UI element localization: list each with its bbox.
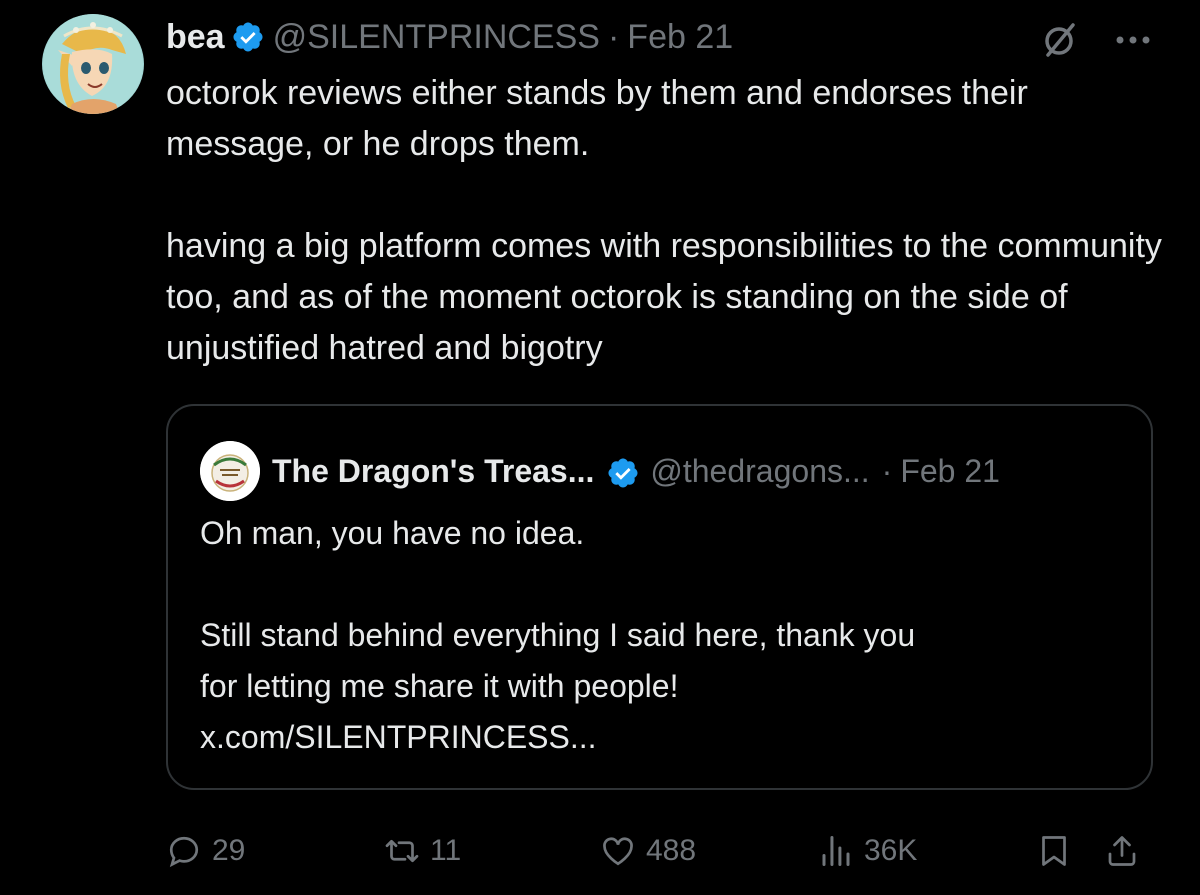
more-icon[interactable]	[1110, 20, 1156, 60]
quoted-author-avatar[interactable]	[200, 441, 260, 501]
quoted-link[interactable]: x.com/SILENTPRINCESS...	[200, 712, 1130, 763]
like-icon	[603, 837, 633, 866]
reply-button[interactable]: 29	[166, 828, 245, 874]
repost-icon	[385, 839, 419, 863]
quoted-tweet-text: Oh man, you have no idea. Still stand be…	[200, 508, 1130, 763]
bookmark-button[interactable]	[1036, 828, 1072, 874]
repost-count: 11	[430, 834, 462, 867]
reply-count: 29	[212, 834, 246, 867]
reply-icon	[169, 836, 199, 868]
author-avatar[interactable]	[42, 14, 144, 114]
quoted-tweet-date[interactable]: Feb 21	[900, 446, 1000, 496]
tweet[interactable]: bea @SILENTPRINCESS · Feb 21 octorok rev…	[0, 0, 1200, 895]
quoted-tweet[interactable]: The Dragon's Treas... @thedragons... · F…	[166, 404, 1153, 790]
quoted-paragraph: Oh man, you have no idea.	[200, 515, 585, 551]
like-button[interactable]: 488	[600, 828, 696, 874]
verified-badge-icon[interactable]	[606, 454, 640, 488]
tweet-paragraph: octorok reviews either stands by them an…	[166, 74, 1028, 163]
tweet-paragraph: having a big platform comes with respons…	[166, 227, 1162, 367]
tweet-header: bea @SILENTPRINCESS · Feb 21	[166, 14, 733, 60]
share-button[interactable]	[1104, 828, 1140, 874]
quoted-author-handle[interactable]: @thedragons...	[650, 446, 869, 496]
like-count: 488	[646, 834, 697, 867]
views-button[interactable]: 36K	[818, 828, 917, 874]
grok-icon[interactable]	[1040, 20, 1080, 60]
quoted-paragraph-line: Still stand behind everything I said her…	[200, 617, 916, 653]
share-icon	[1108, 836, 1136, 866]
views-count: 36K	[864, 834, 918, 867]
tweet-text: octorok reviews either stands by them an…	[166, 68, 1166, 374]
verified-badge-icon[interactable]	[231, 20, 265, 54]
separator-dot: ·	[881, 453, 893, 489]
tweet-actions: 29 11 488 36K	[0, 828, 1200, 874]
repost-button[interactable]: 11	[384, 828, 461, 874]
separator-dot: ·	[607, 18, 620, 56]
quoted-tweet-header: The Dragon's Treas... @thedragons... · F…	[200, 441, 1000, 501]
bookmark-icon	[1042, 836, 1066, 866]
quoted-author-name[interactable]: The Dragon's Treas...	[272, 446, 594, 496]
views-icon	[822, 836, 850, 866]
tweet-date[interactable]: Feb 21	[627, 14, 733, 60]
author-handle[interactable]: @SILENTPRINCESS	[273, 14, 600, 60]
quoted-paragraph-line: for letting me share it with people!	[200, 668, 679, 704]
author-name[interactable]: bea	[166, 14, 225, 60]
